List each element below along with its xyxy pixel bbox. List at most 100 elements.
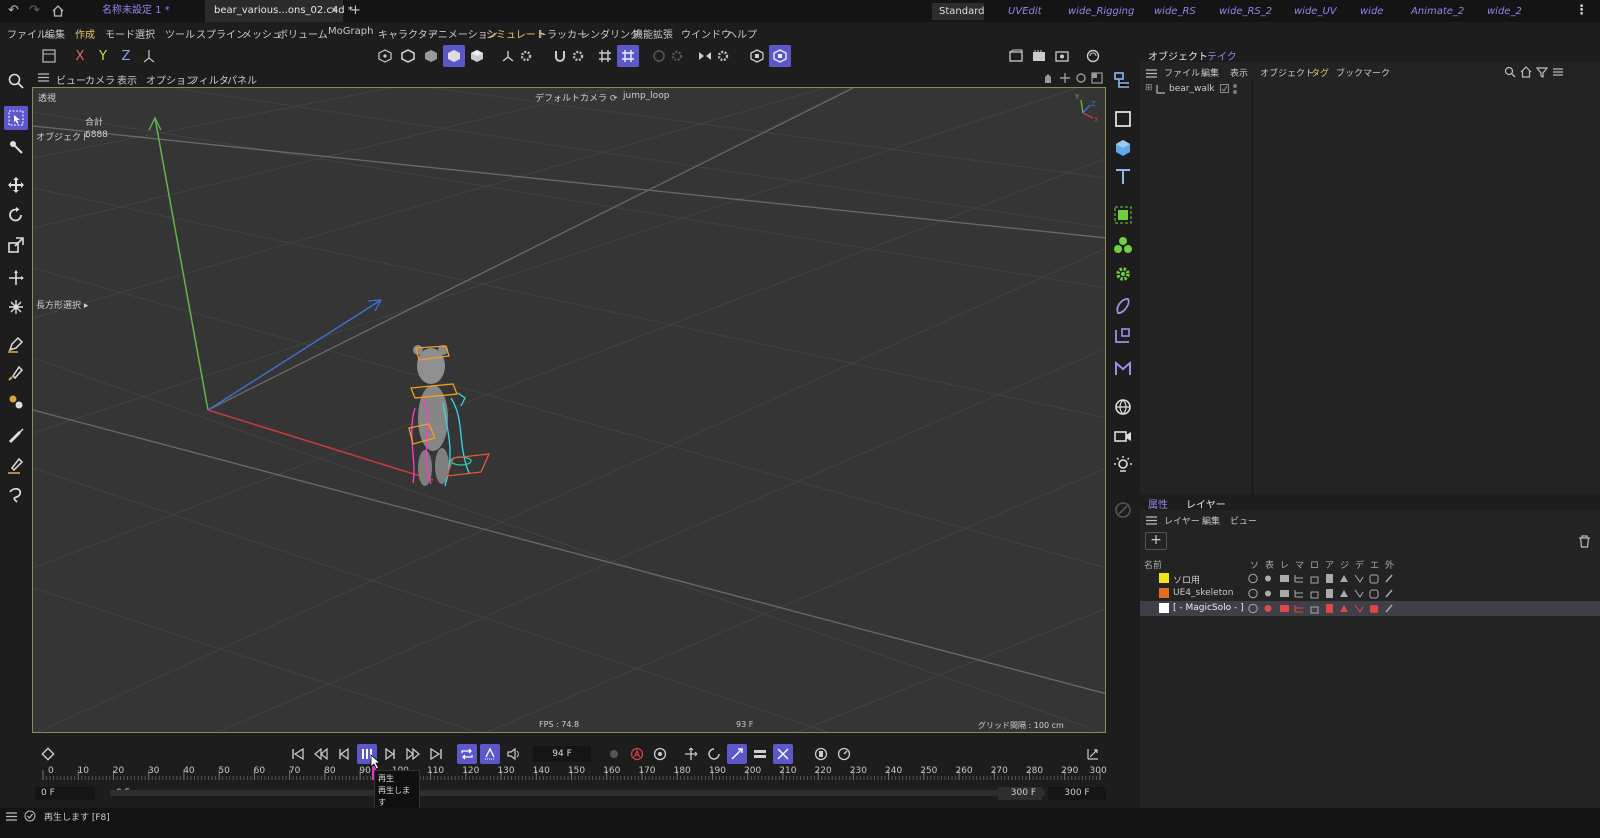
camera-label[interactable]: デフォルトカメラ ⟳	[535, 91, 617, 104]
document-tab-untitled[interactable]: 名称未設定 1 *	[90, 0, 198, 22]
points-mode-icon[interactable]	[374, 45, 396, 67]
object-menu-view[interactable]: 表示	[1230, 66, 1248, 79]
workspace-uvedit[interactable]: UVEdit	[1008, 3, 1042, 20]
workspace-wide-rs-2[interactable]: wide_RS_2	[1219, 3, 1272, 20]
add-layer-button[interactable]: +	[1145, 532, 1167, 550]
menu-extensions[interactable]: 機能拡張	[633, 26, 673, 41]
model-mode-icon[interactable]	[443, 45, 465, 67]
sound-icon[interactable]	[503, 744, 523, 764]
workspace-animate-2[interactable]: Animate_2	[1411, 3, 1464, 20]
grid-snap-icon[interactable]	[594, 45, 616, 67]
menu-create[interactable]: 作成	[75, 26, 95, 41]
status-menu-icon[interactable]	[6, 811, 17, 822]
render-settings-icon[interactable]	[1051, 45, 1073, 67]
viewport-menu-display[interactable]: 表示	[117, 72, 137, 87]
3d-viewport[interactable]: 透視 デフォルトカメラ ⟳ jump_loop 合計 オブジェクト 6888 長…	[32, 87, 1106, 733]
object-mode-icon[interactable]	[466, 45, 488, 67]
workspace-standard[interactable]: Standard	[932, 3, 985, 20]
previous-frame-icon[interactable]	[334, 744, 354, 764]
rotate-tool-icon[interactable]	[4, 203, 28, 227]
more-icon[interactable]: ⋮	[1575, 0, 1588, 22]
polygons-mode-icon[interactable]	[420, 45, 442, 67]
isolate-icon[interactable]	[746, 45, 768, 67]
render-view-icon[interactable]	[1005, 45, 1027, 67]
preview-range-bar[interactable]	[110, 790, 1045, 796]
brush-tool-icon[interactable]	[4, 424, 28, 448]
preview-end-field[interactable]: 300 F	[998, 787, 1042, 800]
playback-rate-icon[interactable]	[480, 744, 500, 764]
tweak-tool-icon[interactable]	[4, 135, 28, 159]
workspace-wide-2[interactable]: wide_2	[1487, 3, 1522, 20]
camera-object-icon[interactable]	[1111, 424, 1135, 448]
effector-gear-icon[interactable]	[1111, 262, 1135, 286]
next-key-icon[interactable]	[403, 744, 423, 764]
previous-key-icon[interactable]	[311, 744, 331, 764]
loop-icon[interactable]	[457, 744, 477, 764]
position-key-icon[interactable]	[681, 744, 701, 764]
object-menu-edit[interactable]: 編集	[1201, 66, 1219, 79]
cloner-icon[interactable]	[1111, 233, 1135, 257]
menu-tools[interactable]: ツール	[165, 26, 195, 41]
axis-settings-gear-icon[interactable]	[515, 45, 537, 67]
layer-color-swatch[interactable]	[1159, 573, 1169, 583]
viewport-menu-filter[interactable]: フィルタ	[189, 72, 229, 87]
object-search-icon[interactable]	[1504, 66, 1516, 78]
object-row[interactable]: ⊞ bear_walk	[1140, 82, 1252, 97]
spline-sketch-icon[interactable]	[4, 361, 28, 385]
scale-key-icon[interactable]	[727, 744, 747, 764]
object-menu-tags[interactable]: タグ	[1311, 66, 1329, 79]
cube-primitive-icon[interactable]	[1111, 136, 1135, 160]
layer-menu-view[interactable]: ビュー	[1230, 514, 1257, 527]
point-level-animation-icon[interactable]	[773, 744, 793, 764]
snap-settings-gear-icon[interactable]	[567, 45, 589, 67]
motion-system-icon[interactable]	[811, 744, 831, 764]
object-filter-icon[interactable]	[1536, 66, 1548, 78]
visibility-check-icon[interactable]	[1220, 84, 1229, 93]
spline-rectangle-icon[interactable]	[1111, 107, 1135, 131]
object-home-icon[interactable]	[1520, 66, 1532, 78]
menu-mograph[interactable]: MoGraph	[328, 26, 373, 37]
menu-mode[interactable]: モード	[105, 26, 135, 41]
layer-color-swatch[interactable]	[1159, 588, 1169, 598]
lock-y-button[interactable]: Y	[92, 45, 114, 67]
expand-icon[interactable]: ⊞	[1145, 83, 1153, 93]
object-menu-file[interactable]: ファイル	[1164, 66, 1200, 79]
workspace-wide-uv[interactable]: wide_UV	[1294, 3, 1337, 20]
soft-selection-icon[interactable]	[4, 295, 28, 319]
environment-icon[interactable]	[1111, 395, 1135, 419]
document-tab-active[interactable]: bear_various...ons_02.c4d * ×	[205, 0, 353, 22]
field-icon[interactable]	[1111, 324, 1135, 348]
close-tab-icon[interactable]: ×	[330, 0, 338, 22]
solo-mode-icon[interactable]	[769, 45, 791, 67]
layer-row[interactable]: ソロ用	[1140, 571, 1600, 586]
rotation-key-icon[interactable]	[704, 744, 724, 764]
layer-flag-icons[interactable]	[1248, 573, 1398, 584]
pan-view-icon[interactable]	[1042, 72, 1054, 84]
symmetry-settings-gear-icon[interactable]	[712, 45, 734, 67]
pen-tool-icon[interactable]	[4, 332, 28, 356]
menu-edit[interactable]: 編集	[45, 26, 65, 41]
tab-attributes[interactable]: 属性	[1148, 496, 1168, 511]
autokey-icon[interactable]	[627, 744, 647, 764]
lasso-tool-icon[interactable]	[4, 483, 28, 507]
edges-mode-icon[interactable]	[397, 45, 419, 67]
current-frame-field[interactable]: 94 F	[533, 746, 591, 762]
menu-volume[interactable]: ボリューム	[278, 26, 328, 41]
timeline-settings-icon[interactable]	[834, 744, 854, 764]
take-label[interactable]: jump_loop	[623, 91, 669, 101]
lock-z-button[interactable]: Z	[115, 45, 137, 67]
undo-icon[interactable]: ↶	[8, 0, 19, 22]
workplane-snap-icon[interactable]	[617, 45, 639, 67]
delete-layer-trash-icon[interactable]	[1578, 535, 1591, 548]
menu-select[interactable]: 選択	[135, 26, 155, 41]
viewport-menu-camera[interactable]: カメラ	[85, 72, 115, 87]
redshift-icon[interactable]	[1082, 45, 1104, 67]
selection-tool-icon[interactable]	[4, 106, 28, 130]
workspace-wide-rs[interactable]: wide_RS	[1154, 3, 1196, 20]
scale-tool-icon[interactable]	[4, 233, 28, 257]
viewport-menu-panel[interactable]: パネル	[227, 72, 257, 87]
viewport-layout-icon[interactable]	[38, 45, 60, 67]
layer-flag-icons[interactable]	[1248, 588, 1398, 599]
add-tab-icon[interactable]: +	[350, 0, 361, 22]
tab-objects[interactable]: オブジェクト	[1148, 48, 1208, 63]
